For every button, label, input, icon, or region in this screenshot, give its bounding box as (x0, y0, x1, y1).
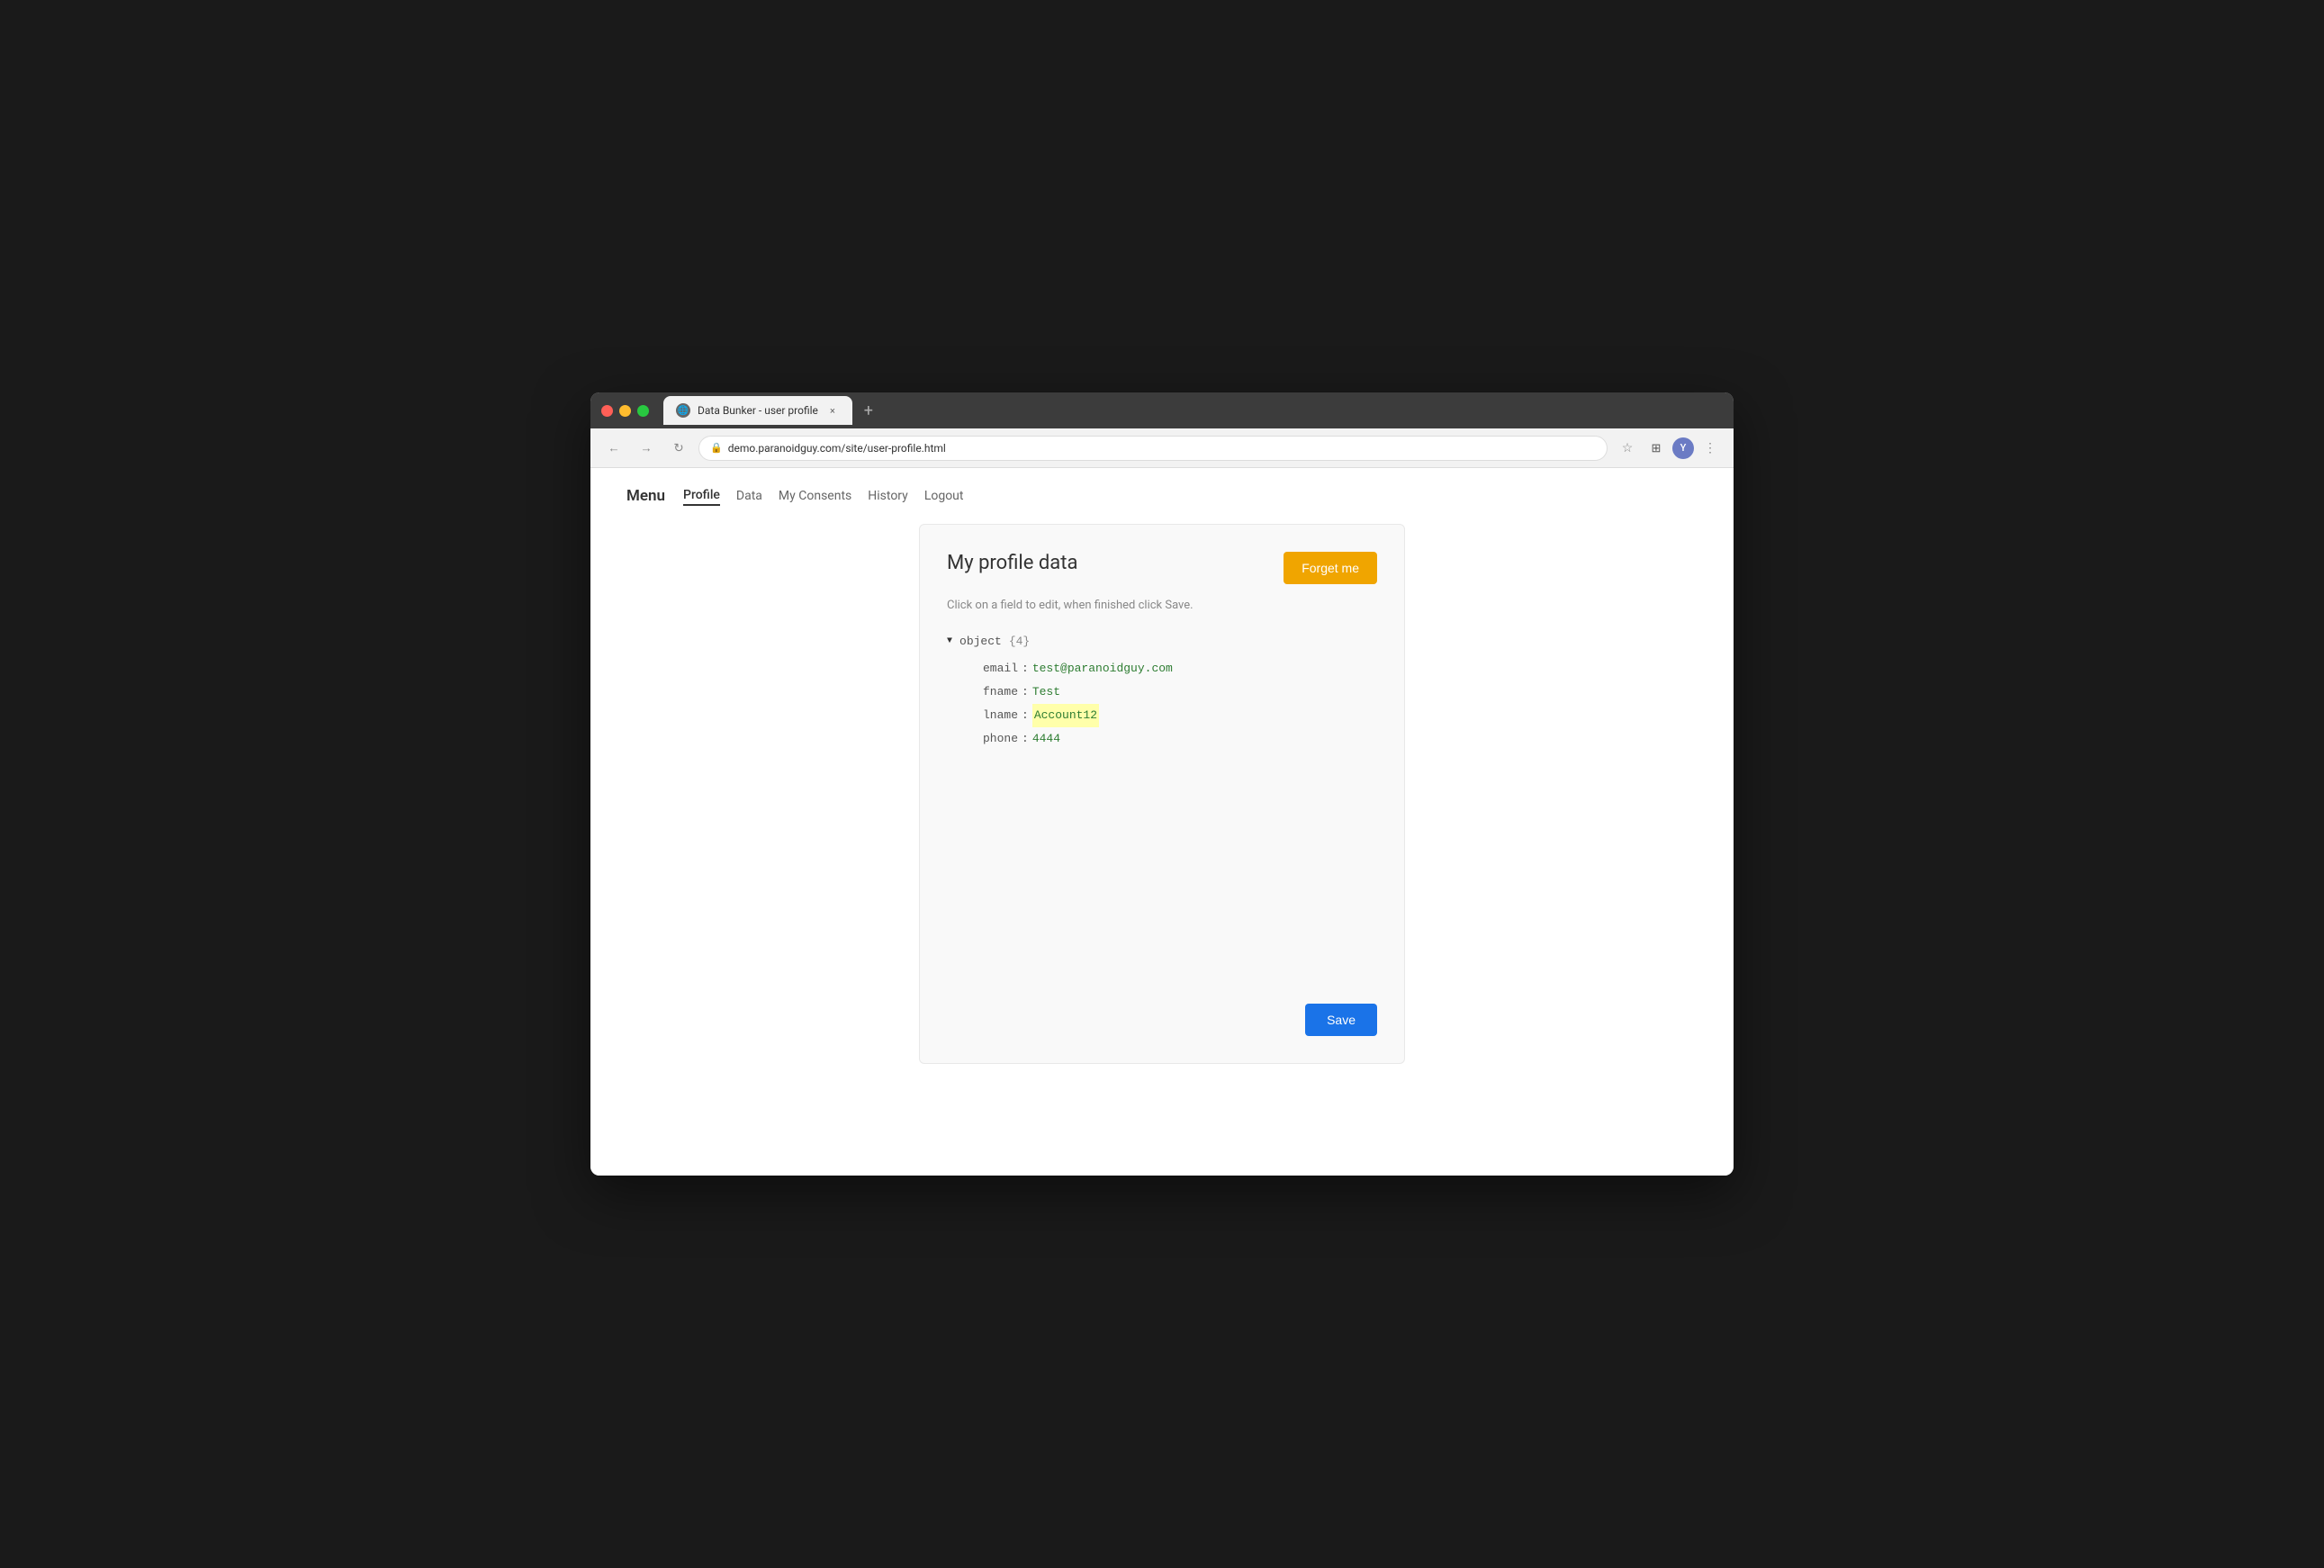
menu-item-logout[interactable]: Logout (924, 487, 964, 505)
profile-initial: Y (1680, 442, 1687, 454)
more-icon: ⋮ (1704, 440, 1716, 455)
card-header: My profile data Forget me (947, 552, 1377, 584)
json-key-phone: phone (983, 727, 1018, 751)
card-instruction: Click on a field to edit, when finished … (947, 599, 1377, 612)
menu-items: Profile Data My Consents History Logout (683, 486, 963, 506)
json-colon-phone: : (1022, 727, 1029, 751)
profile-avatar[interactable]: Y (1672, 437, 1694, 459)
nav-bar: ← → ↻ 🔒 demo.paranoidguy.com/site/user-p… (590, 428, 1734, 468)
more-menu-button[interactable]: ⋮ (1698, 436, 1723, 461)
menu-item-data[interactable]: Data (736, 487, 762, 505)
json-value-fname[interactable]: Test (1032, 680, 1060, 704)
tab-bar: 🌐 Data Bunker - user profile × + (663, 396, 881, 425)
json-colon-fname: : (1022, 680, 1029, 704)
active-tab[interactable]: 🌐 Data Bunker - user profile × (663, 396, 852, 425)
json-key-email: email (983, 657, 1018, 680)
json-key-lname: lname (983, 704, 1018, 727)
collapse-triangle[interactable]: ▼ (947, 633, 952, 651)
json-object-header: ▼ object {4} (947, 630, 1377, 653)
address-bar[interactable]: 🔒 demo.paranoidguy.com/site/user-profile… (698, 436, 1608, 461)
save-button[interactable]: Save (1305, 1004, 1377, 1036)
save-btn-container: Save (1305, 1004, 1377, 1036)
json-row-email: email : test@paranoidguy.com (983, 657, 1377, 680)
menu-item-history[interactable]: History (868, 487, 908, 505)
minimize-button[interactable] (619, 405, 631, 417)
main-card: My profile data Forget me Click on a fie… (919, 524, 1405, 1064)
tab-title: Data Bunker - user profile (698, 404, 818, 417)
browser-window: 🌐 Data Bunker - user profile × + ← → ↻ 🔒… (590, 392, 1734, 1176)
page-content: Menu Profile Data My Consents History Lo… (590, 468, 1734, 1176)
back-icon: ← (608, 441, 619, 455)
json-colon-email: : (1022, 657, 1029, 680)
maximize-button[interactable] (637, 405, 649, 417)
json-key-fname: fname (983, 680, 1018, 704)
json-row-fname: fname : Test (983, 680, 1377, 704)
menu-item-my-consents[interactable]: My Consents (779, 487, 851, 505)
json-viewer: ▼ object {4} email : test@paranoidguy.co… (947, 630, 1377, 751)
forward-icon: → (640, 441, 652, 455)
extensions-icon: ⊞ (1652, 441, 1662, 455)
lock-icon: 🔒 (710, 442, 723, 454)
refresh-icon: ↻ (673, 441, 683, 455)
forward-button[interactable]: → (634, 436, 659, 461)
forget-me-button[interactable]: Forget me (1284, 552, 1377, 584)
json-row-phone: phone : 4444 (983, 727, 1377, 751)
title-bar: 🌐 Data Bunker - user profile × + (590, 392, 1734, 428)
json-rows: email : test@paranoidguy.com fname : Tes… (947, 657, 1377, 751)
url-text: demo.paranoidguy.com/site/user-profile.h… (728, 442, 946, 455)
tab-favicon: 🌐 (676, 403, 690, 418)
traffic-lights (601, 405, 649, 417)
menu-bar: Menu Profile Data My Consents History Lo… (626, 486, 1698, 506)
json-value-lname[interactable]: Account12 (1032, 704, 1099, 727)
star-icon: ☆ (1622, 440, 1634, 455)
json-colon-lname: : (1022, 704, 1029, 727)
json-object-label: object (959, 630, 1002, 653)
extensions-button[interactable]: ⊞ (1644, 436, 1669, 461)
new-tab-button[interactable]: + (856, 398, 881, 423)
json-row-lname: lname : Account12 (983, 704, 1377, 727)
json-value-phone[interactable]: 4444 (1032, 727, 1060, 751)
menu-label: Menu (626, 487, 665, 505)
refresh-button[interactable]: ↻ (666, 436, 691, 461)
json-count: {4} (1009, 630, 1030, 653)
nav-actions: ☆ ⊞ Y ⋮ (1615, 436, 1723, 461)
bookmark-button[interactable]: ☆ (1615, 436, 1640, 461)
back-button[interactable]: ← (601, 436, 626, 461)
tab-close-button[interactable]: × (825, 403, 840, 418)
menu-item-profile[interactable]: Profile (683, 486, 720, 506)
card-title: My profile data (947, 552, 1077, 574)
close-button[interactable] (601, 405, 613, 417)
json-value-email[interactable]: test@paranoidguy.com (1032, 657, 1173, 680)
